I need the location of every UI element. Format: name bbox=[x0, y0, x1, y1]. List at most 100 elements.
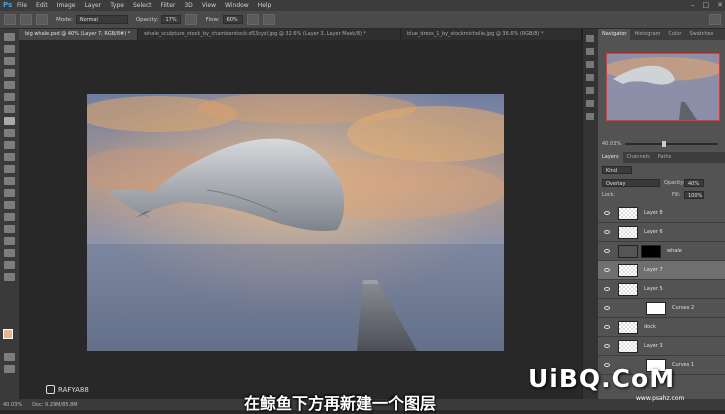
navigator-zoom-slider[interactable] bbox=[625, 141, 718, 147]
navigator-zoom-value[interactable]: 40.03% bbox=[602, 141, 621, 147]
canvas-area[interactable] bbox=[19, 40, 582, 398]
menu-type[interactable]: Type bbox=[110, 2, 124, 9]
clone-source-panel-icon[interactable] bbox=[586, 87, 594, 94]
zoom-tool-icon[interactable] bbox=[4, 261, 15, 269]
layer-opacity-label: Opacity: bbox=[664, 180, 685, 186]
foreground-color[interactable] bbox=[3, 329, 13, 339]
document-canvas[interactable] bbox=[87, 94, 504, 351]
zoom-slider-knob[interactable] bbox=[662, 141, 667, 147]
type-tool-icon[interactable] bbox=[4, 213, 15, 221]
brush-panel-icon[interactable] bbox=[586, 74, 594, 81]
navigator-preview[interactable] bbox=[606, 53, 720, 121]
layer-filter-kind[interactable]: Kind bbox=[602, 166, 632, 174]
minimize-button[interactable]: – bbox=[691, 1, 695, 9]
quick-select-tool-icon[interactable] bbox=[4, 69, 15, 77]
tool-preset-picker[interactable] bbox=[4, 14, 16, 25]
layer-row[interactable]: Curves 2 bbox=[598, 299, 725, 318]
layer-row[interactable]: dock bbox=[598, 318, 725, 337]
visibility-eye-icon[interactable] bbox=[604, 325, 610, 329]
layer-row[interactable]: Layer 3 bbox=[598, 337, 725, 356]
blend-mode-select[interactable]: Overlay bbox=[602, 179, 660, 187]
properties-panel-icon[interactable] bbox=[586, 61, 594, 68]
paragraph-panel-icon[interactable] bbox=[586, 113, 594, 120]
layer-row[interactable]: whale bbox=[598, 242, 725, 261]
hand-tool-icon[interactable] bbox=[4, 249, 15, 257]
layer-opacity-field[interactable]: 40% bbox=[684, 179, 704, 187]
menu-window[interactable]: Window bbox=[225, 2, 249, 9]
menu-select[interactable]: Select bbox=[133, 2, 152, 9]
tab-layers[interactable]: Layers bbox=[598, 152, 623, 163]
menu-edit[interactable]: Edit bbox=[36, 2, 48, 9]
clone-stamp-tool-icon[interactable] bbox=[4, 129, 15, 137]
fill-field[interactable]: 100% bbox=[684, 191, 704, 199]
visibility-eye-icon[interactable] bbox=[604, 249, 610, 253]
marquee-tool-icon[interactable] bbox=[4, 45, 15, 53]
tab-navigator[interactable]: Navigator bbox=[598, 29, 631, 40]
layer-row[interactable]: Layer 6 bbox=[598, 223, 725, 242]
actions-panel-icon[interactable] bbox=[586, 48, 594, 55]
tab-histogram[interactable]: Histogram bbox=[630, 29, 664, 40]
whale-artwork bbox=[87, 94, 504, 351]
tab-color[interactable]: Color bbox=[664, 29, 685, 40]
menu-layer[interactable]: Layer bbox=[84, 2, 101, 9]
visibility-eye-icon[interactable] bbox=[604, 344, 610, 348]
layer-row[interactable]: Layer 8 bbox=[598, 204, 725, 223]
tab-swatches[interactable]: Swatches bbox=[685, 29, 717, 40]
opacity-field[interactable]: 17% bbox=[161, 15, 182, 24]
layer-name: dock bbox=[644, 324, 656, 330]
menu-image[interactable]: Image bbox=[57, 2, 76, 9]
visibility-eye-icon[interactable] bbox=[604, 230, 610, 234]
tab-big-whale[interactable]: big whale.psd @ 40% (Layer 7, RGB/8#) * bbox=[19, 29, 138, 40]
path-select-tool-icon[interactable] bbox=[4, 225, 15, 233]
dodge-tool-icon[interactable] bbox=[4, 189, 15, 197]
color-swatches[interactable] bbox=[3, 329, 17, 347]
brush-tool-icon[interactable] bbox=[4, 117, 15, 125]
move-tool-icon[interactable] bbox=[4, 33, 15, 41]
healing-tool-icon[interactable] bbox=[4, 105, 15, 113]
visibility-eye-icon[interactable] bbox=[604, 287, 610, 291]
eyedropper-tool-icon[interactable] bbox=[4, 93, 15, 101]
blur-tool-icon[interactable] bbox=[4, 177, 15, 185]
author-name: RAFYA88 bbox=[58, 385, 89, 394]
more-tools-icon[interactable] bbox=[4, 273, 15, 281]
screen-mode-icon[interactable] bbox=[4, 365, 15, 373]
pressure-opacity-icon[interactable] bbox=[185, 14, 198, 25]
menu-help[interactable]: Help bbox=[258, 2, 272, 9]
eraser-tool-icon[interactable] bbox=[4, 153, 15, 161]
layer-mask-thumbnail[interactable] bbox=[641, 244, 661, 258]
layer-row-selected[interactable]: Layer 7 bbox=[598, 261, 725, 280]
layer-name: Curves 2 bbox=[672, 305, 695, 311]
brush-preset-picker[interactable] bbox=[20, 14, 32, 25]
maximize-button[interactable]: □ bbox=[703, 1, 710, 9]
lasso-tool-icon[interactable] bbox=[4, 57, 15, 65]
menu-file[interactable]: File bbox=[17, 2, 27, 9]
tab-blue-dress[interactable]: blue_dress_1_by_stockmichelle.jpg @ 36.6… bbox=[401, 29, 582, 40]
history-panel-icon[interactable] bbox=[586, 35, 594, 42]
status-zoom[interactable]: 40.03% bbox=[3, 402, 22, 408]
menu-view[interactable]: View bbox=[202, 2, 216, 9]
pen-tool-icon[interactable] bbox=[4, 201, 15, 209]
fill-label: Fill: bbox=[672, 192, 681, 198]
quick-mask-icon[interactable] bbox=[4, 353, 15, 361]
tab-paths[interactable]: Paths bbox=[654, 152, 676, 163]
brush-panel-toggle[interactable] bbox=[36, 14, 48, 25]
menu-filter[interactable]: Filter bbox=[161, 2, 176, 9]
history-brush-tool-icon[interactable] bbox=[4, 141, 15, 149]
workspace-icon[interactable] bbox=[709, 14, 721, 25]
flow-field[interactable]: 60% bbox=[222, 15, 243, 24]
character-panel-icon[interactable] bbox=[586, 100, 594, 107]
menu-3d[interactable]: 3D bbox=[184, 2, 192, 9]
visibility-eye-icon[interactable] bbox=[604, 211, 610, 215]
visibility-eye-icon[interactable] bbox=[604, 306, 610, 310]
visibility-eye-icon[interactable] bbox=[604, 268, 610, 272]
mode-select[interactable]: Normal bbox=[75, 15, 128, 24]
crop-tool-icon[interactable] bbox=[4, 81, 15, 89]
tab-whale-sculpture[interactable]: whale_sculpture_stock_by_chamberstock-d5… bbox=[138, 29, 401, 40]
tab-channels[interactable]: Channels bbox=[623, 152, 654, 163]
close-button[interactable]: ✕ bbox=[717, 1, 723, 9]
gradient-tool-icon[interactable] bbox=[4, 165, 15, 173]
airbrush-icon[interactable] bbox=[246, 14, 259, 25]
shape-tool-icon[interactable] bbox=[4, 237, 15, 245]
layer-row[interactable]: Layer 5 bbox=[598, 280, 725, 299]
pressure-size-icon[interactable] bbox=[262, 14, 275, 25]
